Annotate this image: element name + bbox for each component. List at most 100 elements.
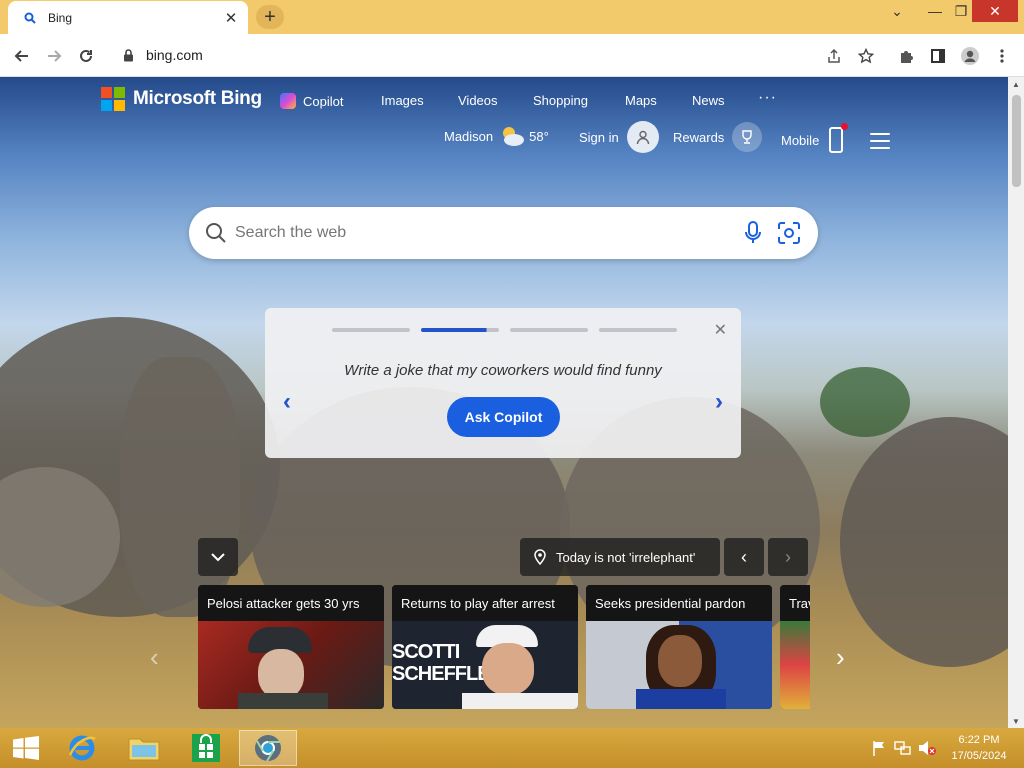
carousel-indicator bbox=[332, 328, 688, 332]
side-panel-button[interactable] bbox=[924, 42, 952, 70]
tab-search-dropdown-icon[interactable]: ⌄ bbox=[880, 0, 914, 22]
store-icon bbox=[192, 734, 220, 762]
scroll-up-icon[interactable]: ▲ bbox=[1008, 77, 1024, 91]
bookmark-button[interactable] bbox=[852, 42, 880, 70]
news-next-icon[interactable]: › bbox=[836, 642, 845, 673]
taskbar-file-explorer[interactable] bbox=[118, 730, 170, 766]
weather-widget[interactable]: Madison 58° bbox=[444, 124, 549, 148]
page-scrollbar[interactable]: ▲ ▼ bbox=[1008, 77, 1024, 728]
logo-square-green bbox=[114, 87, 125, 98]
card-next-icon[interactable]: › bbox=[715, 388, 723, 416]
reload-button[interactable] bbox=[72, 42, 100, 70]
carousel-dot[interactable] bbox=[332, 328, 410, 332]
carousel-dot-active[interactable] bbox=[421, 328, 499, 332]
back-button[interactable] bbox=[8, 42, 36, 70]
ask-copilot-button[interactable]: Ask Copilot bbox=[447, 397, 560, 437]
weather-location: Madison bbox=[444, 128, 494, 144]
image-fact-button[interactable]: Today is not 'irrelephant' bbox=[520, 538, 720, 576]
nav-maps[interactable]: Maps bbox=[625, 93, 657, 108]
address-bar[interactable]: bing.com bbox=[108, 39, 808, 71]
nav-copilot-label: Copilot bbox=[303, 93, 344, 109]
profile-icon bbox=[961, 47, 979, 65]
news-card[interactable]: Seeks presidential pardon bbox=[586, 585, 772, 709]
carousel-dot[interactable] bbox=[510, 328, 588, 332]
news-headline: Seeks presidential pardon bbox=[586, 585, 772, 621]
tab-bing[interactable]: Bing ✕ bbox=[8, 1, 248, 34]
logo-square-yellow bbox=[114, 100, 125, 111]
scrollbar-thumb[interactable] bbox=[1012, 95, 1021, 187]
side-panel-icon bbox=[931, 49, 945, 63]
logo-square-red bbox=[101, 87, 112, 98]
weather-temp: 58° bbox=[529, 128, 549, 144]
news-image bbox=[586, 621, 772, 709]
forward-button[interactable] bbox=[40, 42, 68, 70]
news-card[interactable]: Pelosi attacker gets 30 yrs bbox=[198, 585, 384, 709]
nav-copilot[interactable]: Copilot bbox=[280, 93, 343, 109]
start-button[interactable] bbox=[0, 730, 52, 766]
collapse-feed-button[interactable] bbox=[198, 538, 238, 576]
mobile-button[interactable]: Mobile bbox=[781, 123, 849, 153]
clock-time: 6:22 PM bbox=[958, 734, 1000, 746]
microphone-icon[interactable] bbox=[740, 220, 766, 246]
search-box bbox=[189, 207, 818, 259]
bing-homepage: Microsoft Bing Copilot Images Videos Sho… bbox=[0, 77, 1008, 728]
news-image bbox=[198, 621, 384, 709]
taskbar-store[interactable] bbox=[180, 730, 232, 766]
arrow-right-icon bbox=[48, 50, 62, 62]
news-card[interactable]: Trav bbox=[780, 585, 810, 709]
lock-icon[interactable] bbox=[120, 47, 136, 63]
visual-search-icon[interactable] bbox=[776, 220, 802, 246]
image-fact-text: Today is not 'irrelephant' bbox=[556, 549, 696, 565]
sign-in-button[interactable]: Sign in bbox=[579, 121, 659, 153]
news-image bbox=[780, 621, 810, 709]
nav-news[interactable]: News bbox=[692, 93, 725, 108]
copilot-prompt-text: Write a joke that my coworkers would fin… bbox=[344, 362, 662, 379]
share-button[interactable] bbox=[820, 42, 848, 70]
close-window-button[interactable]: ✕ bbox=[972, 0, 1018, 22]
action-center-flag-icon[interactable] bbox=[870, 739, 888, 757]
phone-icon bbox=[829, 123, 849, 153]
browser-menu-button[interactable] bbox=[988, 42, 1016, 70]
system-clock[interactable]: 6:22 PM 17/05/2024 bbox=[944, 732, 1014, 764]
kebab-menu-icon bbox=[1000, 49, 1004, 63]
star-icon bbox=[858, 48, 874, 64]
notification-dot bbox=[841, 123, 849, 130]
card-prev-icon[interactable]: ‹ bbox=[283, 388, 291, 416]
nav-videos[interactable]: Videos bbox=[458, 93, 498, 108]
chrome-icon bbox=[255, 735, 281, 762]
next-image-button[interactable]: › bbox=[768, 538, 808, 576]
search-input[interactable] bbox=[235, 224, 715, 242]
folder-icon bbox=[128, 738, 160, 761]
address-url[interactable]: bing.com bbox=[146, 47, 203, 63]
rewards-label: Rewards bbox=[673, 129, 725, 145]
logo-text: Microsoft Bing bbox=[133, 88, 262, 109]
tab-close-icon[interactable]: ✕ bbox=[220, 7, 242, 29]
news-prev-icon[interactable]: ‹ bbox=[150, 642, 159, 673]
clock-date: 17/05/2024 bbox=[951, 750, 1007, 762]
news-headline: Pelosi attacker gets 30 yrs bbox=[198, 585, 384, 621]
nav-images[interactable]: Images bbox=[381, 93, 424, 108]
rewards-button[interactable]: Rewards bbox=[673, 122, 763, 152]
prev-image-button[interactable]: ‹ bbox=[724, 538, 764, 576]
chevron-down-icon bbox=[211, 552, 225, 561]
volume-muted-icon[interactable] bbox=[918, 739, 936, 757]
nav-shopping[interactable]: Shopping bbox=[533, 93, 588, 108]
share-icon bbox=[828, 48, 840, 63]
taskbar-internet-explorer[interactable] bbox=[56, 730, 108, 766]
news-image: SCOTTI SCHEFFLE bbox=[392, 621, 578, 709]
carousel-dot[interactable] bbox=[599, 328, 677, 332]
scroll-down-icon[interactable]: ▼ bbox=[1008, 714, 1024, 728]
microsoft-bing-logo[interactable]: Microsoft Bing bbox=[101, 87, 262, 111]
search-favicon-icon bbox=[22, 10, 38, 26]
taskbar-chrome[interactable] bbox=[239, 730, 297, 766]
user-icon bbox=[636, 130, 649, 145]
network-icon[interactable] bbox=[894, 739, 912, 757]
nav-more-button[interactable]: ··· bbox=[758, 89, 777, 107]
news-card[interactable]: Returns to play after arrest SCOTTI SCHE… bbox=[392, 585, 578, 709]
extensions-button[interactable] bbox=[892, 42, 920, 70]
card-close-icon[interactable]: ✕ bbox=[714, 320, 727, 340]
microsoft-logo-icon bbox=[101, 87, 125, 111]
hamburger-menu-icon[interactable] bbox=[870, 133, 890, 149]
profile-button[interactable] bbox=[956, 42, 984, 70]
new-tab-button[interactable]: + bbox=[256, 5, 284, 29]
